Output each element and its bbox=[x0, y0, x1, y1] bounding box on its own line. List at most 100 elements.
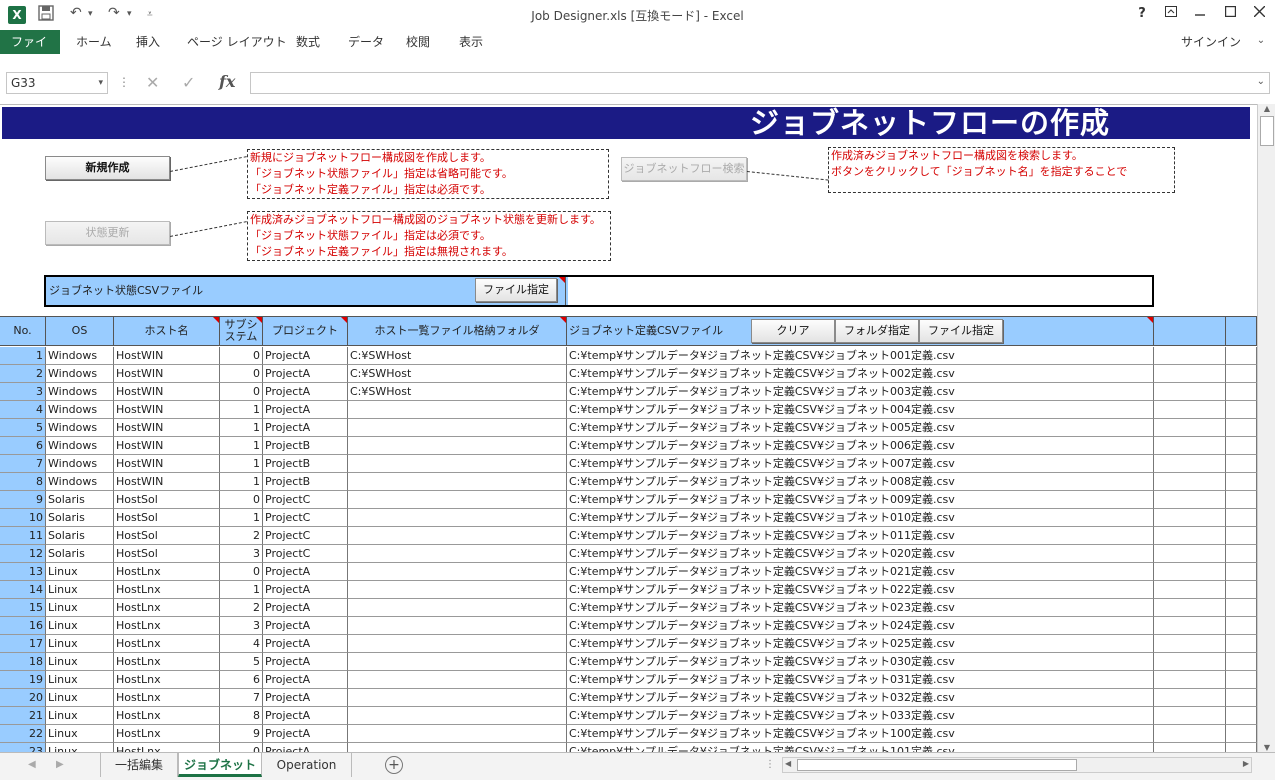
vertical-scroll-thumb[interactable] bbox=[1260, 116, 1274, 146]
host-cell[interactable]: HostWIN bbox=[114, 473, 220, 491]
tab-review[interactable]: 校閲 bbox=[406, 30, 430, 54]
chevron-down-icon[interactable]: ▾ bbox=[98, 73, 103, 93]
os-cell[interactable]: Linux bbox=[46, 617, 114, 635]
empty-cell[interactable] bbox=[1226, 509, 1257, 527]
row-number[interactable]: 17 bbox=[0, 635, 46, 653]
host-folder-cell[interactable] bbox=[348, 689, 567, 707]
project-cell[interactable]: ProjectA bbox=[263, 419, 348, 437]
host-cell[interactable]: HostLnx bbox=[114, 725, 220, 743]
add-sheet-icon[interactable]: + bbox=[385, 756, 403, 774]
subsystem-cell[interactable]: 1 bbox=[220, 455, 263, 473]
undo-dropdown-icon[interactable]: ▾ bbox=[88, 9, 93, 19]
project-cell[interactable]: ProjectB bbox=[263, 455, 348, 473]
project-cell[interactable]: ProjectA bbox=[263, 617, 348, 635]
empty-cell[interactable] bbox=[1226, 545, 1257, 563]
row-number[interactable]: 5 bbox=[0, 419, 46, 437]
subsystem-cell[interactable]: 1 bbox=[220, 419, 263, 437]
host-folder-cell[interactable] bbox=[348, 725, 567, 743]
def-csv-cell[interactable]: C:¥temp¥サンプルデータ¥ジョブネット定義CSV¥ジョブネット002定義.… bbox=[567, 365, 1154, 383]
empty-cell[interactable] bbox=[1226, 401, 1257, 419]
host-folder-cell[interactable]: C:¥SWHost bbox=[348, 383, 567, 401]
empty-cell[interactable] bbox=[1154, 455, 1226, 473]
name-box[interactable]: G33 ▾ bbox=[6, 72, 108, 94]
subsystem-cell[interactable]: 1 bbox=[220, 581, 263, 599]
empty-cell[interactable] bbox=[1226, 653, 1257, 671]
def-csv-cell[interactable]: C:¥temp¥サンプルデータ¥ジョブネット定義CSV¥ジョブネット031定義.… bbox=[567, 671, 1154, 689]
subsystem-cell[interactable]: 0 bbox=[220, 491, 263, 509]
def-csv-cell[interactable]: C:¥temp¥サンプルデータ¥ジョブネット定義CSV¥ジョブネット100定義.… bbox=[567, 725, 1154, 743]
redo-dropdown-icon[interactable]: ▾ bbox=[127, 9, 132, 19]
host-cell[interactable]: HostLnx bbox=[114, 707, 220, 725]
row-number[interactable]: 11 bbox=[0, 527, 46, 545]
row-number[interactable]: 14 bbox=[0, 581, 46, 599]
host-cell[interactable]: HostLnx bbox=[114, 635, 220, 653]
os-cell[interactable]: Linux bbox=[46, 563, 114, 581]
empty-cell[interactable] bbox=[1226, 689, 1257, 707]
excel-logo-icon[interactable]: X bbox=[8, 6, 26, 24]
host-cell[interactable]: HostLnx bbox=[114, 653, 220, 671]
row-number[interactable]: 21 bbox=[0, 707, 46, 725]
host-folder-cell[interactable] bbox=[348, 491, 567, 509]
host-cell[interactable]: HostWIN bbox=[114, 419, 220, 437]
os-cell[interactable]: Solaris bbox=[46, 491, 114, 509]
host-folder-cell[interactable] bbox=[348, 545, 567, 563]
scroll-right-icon[interactable]: ▶ bbox=[1243, 759, 1249, 768]
host-cell[interactable]: HostSol bbox=[114, 491, 220, 509]
host-cell[interactable]: HostWIN bbox=[114, 437, 220, 455]
host-cell[interactable]: HostWIN bbox=[114, 455, 220, 473]
project-cell[interactable]: ProjectA bbox=[263, 599, 348, 617]
insert-function-icon[interactable]: fx bbox=[219, 72, 235, 91]
subsystem-cell[interactable]: 0 bbox=[220, 365, 263, 383]
def-csv-cell[interactable]: C:¥temp¥サンプルデータ¥ジョブネット定義CSV¥ジョブネット101定義.… bbox=[567, 743, 1154, 752]
os-cell[interactable]: Linux bbox=[46, 743, 114, 752]
row-number[interactable]: 7 bbox=[0, 455, 46, 473]
host-folder-cell[interactable] bbox=[348, 617, 567, 635]
row-number[interactable]: 4 bbox=[0, 401, 46, 419]
def-csv-cell[interactable]: C:¥temp¥サンプルデータ¥ジョブネット定義CSV¥ジョブネット021定義.… bbox=[567, 563, 1154, 581]
empty-cell[interactable] bbox=[1154, 635, 1226, 653]
project-cell[interactable]: ProjectA bbox=[263, 689, 348, 707]
new-create-button[interactable]: 新規作成 bbox=[45, 156, 170, 180]
scroll-left-icon[interactable]: ◀ bbox=[785, 759, 791, 768]
subsystem-cell[interactable]: 7 bbox=[220, 689, 263, 707]
empty-cell[interactable] bbox=[1154, 653, 1226, 671]
status-csv-path-input[interactable] bbox=[568, 277, 1152, 305]
tab-insert[interactable]: 挿入 bbox=[136, 30, 160, 54]
host-folder-cell[interactable] bbox=[348, 563, 567, 581]
project-cell[interactable]: ProjectA bbox=[263, 707, 348, 725]
os-cell[interactable]: Linux bbox=[46, 635, 114, 653]
subsystem-cell[interactable]: 3 bbox=[220, 545, 263, 563]
next-sheet-icon[interactable]: ▶ bbox=[56, 759, 64, 770]
empty-cell[interactable] bbox=[1226, 563, 1257, 581]
def-csv-cell[interactable]: C:¥temp¥サンプルデータ¥ジョブネット定義CSV¥ジョブネット008定義.… bbox=[567, 473, 1154, 491]
def-csv-cell[interactable]: C:¥temp¥サンプルデータ¥ジョブネット定義CSV¥ジョブネット022定義.… bbox=[567, 581, 1154, 599]
project-cell[interactable]: ProjectB bbox=[263, 473, 348, 491]
empty-cell[interactable] bbox=[1154, 473, 1226, 491]
host-folder-cell[interactable] bbox=[348, 743, 567, 752]
empty-cell[interactable] bbox=[1226, 437, 1257, 455]
def-csv-cell[interactable]: C:¥temp¥サンプルデータ¥ジョブネット定義CSV¥ジョブネット020定義.… bbox=[567, 545, 1154, 563]
sign-in-link[interactable]: サインイン bbox=[1181, 30, 1241, 54]
host-folder-cell[interactable]: C:¥SWHost bbox=[348, 365, 567, 383]
host-folder-cell[interactable] bbox=[348, 635, 567, 653]
host-cell[interactable]: HostWIN bbox=[114, 383, 220, 401]
project-cell[interactable]: ProjectA bbox=[263, 401, 348, 419]
os-cell[interactable]: Linux bbox=[46, 653, 114, 671]
def-csv-cell[interactable]: C:¥temp¥サンプルデータ¥ジョブネット定義CSV¥ジョブネット010定義.… bbox=[567, 509, 1154, 527]
empty-cell[interactable] bbox=[1226, 617, 1257, 635]
subsystem-cell[interactable]: 5 bbox=[220, 653, 263, 671]
host-cell[interactable]: HostSol bbox=[114, 527, 220, 545]
def-csv-cell[interactable]: C:¥temp¥サンプルデータ¥ジョブネット定義CSV¥ジョブネット033定義.… bbox=[567, 707, 1154, 725]
os-cell[interactable]: Solaris bbox=[46, 527, 114, 545]
subsystem-cell[interactable]: 1 bbox=[220, 509, 263, 527]
os-cell[interactable]: Linux bbox=[46, 707, 114, 725]
host-folder-cell[interactable] bbox=[348, 401, 567, 419]
row-number[interactable]: 12 bbox=[0, 545, 46, 563]
redo-icon[interactable]: ↷ bbox=[108, 5, 120, 21]
def-csv-cell[interactable]: C:¥temp¥サンプルデータ¥ジョブネット定義CSV¥ジョブネット001定義.… bbox=[567, 347, 1154, 365]
os-cell[interactable]: Linux bbox=[46, 581, 114, 599]
host-cell[interactable]: HostSol bbox=[114, 545, 220, 563]
os-cell[interactable]: Solaris bbox=[46, 545, 114, 563]
row-number[interactable]: 2 bbox=[0, 365, 46, 383]
def-csv-cell[interactable]: C:¥temp¥サンプルデータ¥ジョブネット定義CSV¥ジョブネット024定義.… bbox=[567, 617, 1154, 635]
